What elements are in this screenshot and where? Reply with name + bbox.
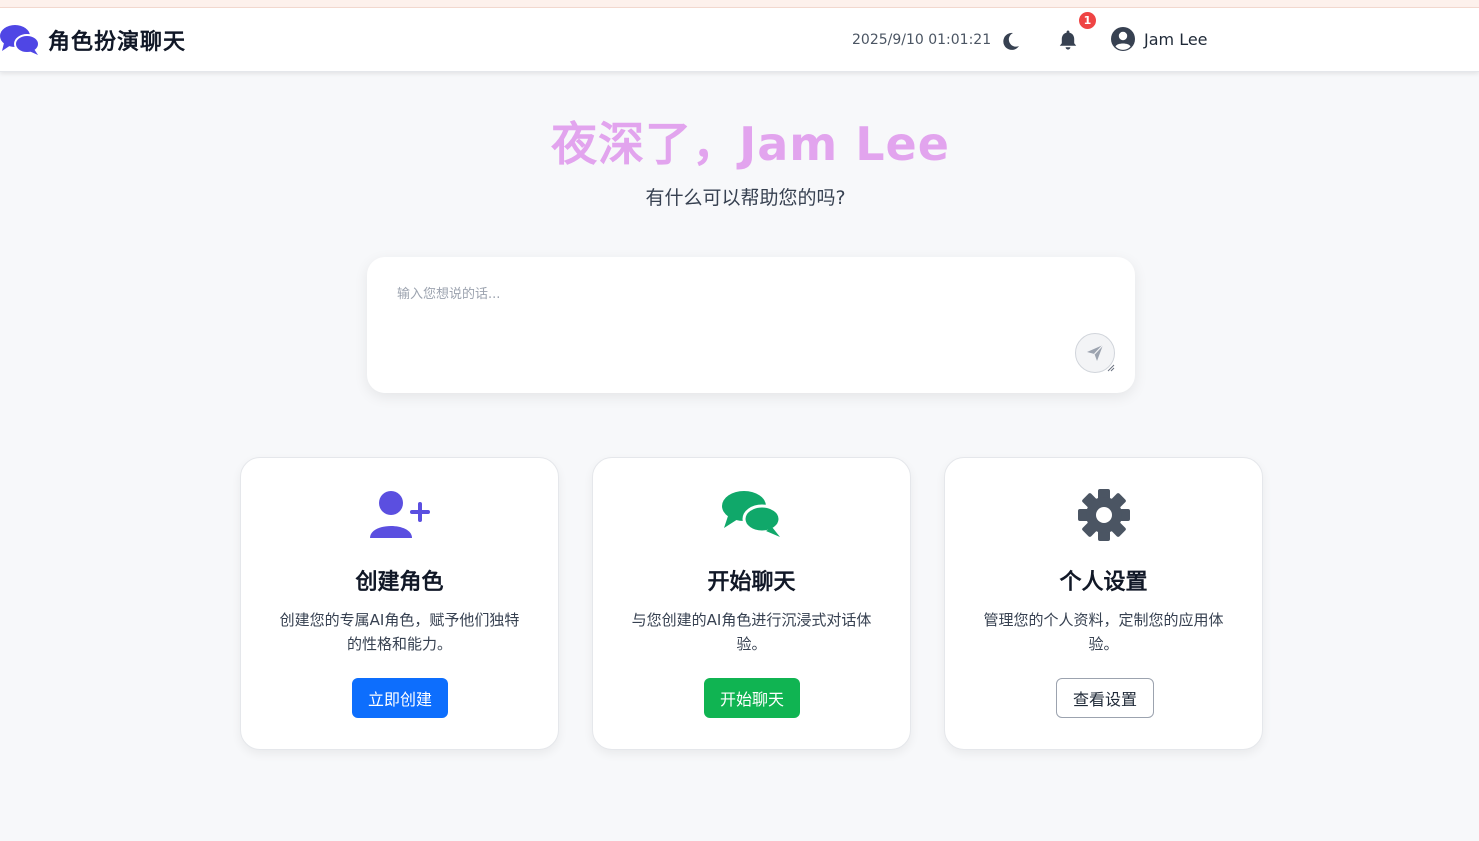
app-title: 角色扮演聊天 — [48, 30, 187, 55]
user-menu[interactable]: Jam Lee — [1111, 27, 1208, 51]
card-create-character: 创建角色 创建您的专属AI角色，赋予他们独特的性格和能力。 立即创建 — [240, 457, 559, 750]
card-description: 创建您的专属AI角色，赋予他们独特的性格和能力。 — [279, 611, 520, 653]
user-circle-icon — [1111, 27, 1135, 51]
user-name: Jam Lee — [1144, 29, 1208, 49]
card-description: 与您创建的AI角色进行沉浸式对话体验。 — [631, 611, 872, 653]
top-strip — [0, 0, 1479, 8]
card-description: 管理您的个人资料，定制您的应用体验。 — [983, 611, 1224, 653]
greeting-subtitle: 有什么可以帮助您的吗? — [645, 187, 846, 209]
resize-handle-icon[interactable] — [1105, 362, 1115, 372]
brand[interactable]: 角色扮演聊天 — [0, 24, 186, 56]
card-start-chat: 开始聊天 与您创建的AI角色进行沉浸式对话体验。 开始聊天 — [592, 457, 911, 750]
navbar: 角色扮演聊天 2025/9/10 01:01:21 1 Jam Lee — [0, 8, 1479, 72]
notification-badge: 1 — [1077, 10, 1098, 31]
moon-icon — [1003, 32, 1019, 50]
view-settings-button[interactable]: 查看设置 — [1056, 678, 1155, 718]
start-chat-button[interactable]: 开始聊天 — [704, 678, 801, 718]
user-plus-icon — [369, 491, 430, 538]
card-title: 个人设置 — [1059, 570, 1148, 595]
bell-icon — [1059, 30, 1077, 50]
card-title: 创建角色 — [355, 570, 444, 595]
notifications-button[interactable] — [1056, 28, 1080, 52]
card-personal-settings: 个人设置 管理您的个人资料，定制您的应用体验。 查看设置 — [944, 457, 1263, 750]
chat-box — [367, 257, 1135, 393]
greeting-heading: 夜深了，Jam Lee — [551, 117, 950, 171]
comments-icon — [721, 491, 781, 537]
create-now-button[interactable]: 立即创建 — [352, 678, 449, 718]
card-title: 开始聊天 — [707, 570, 796, 595]
theme-toggle-button[interactable] — [1000, 30, 1022, 52]
gear-icon — [1077, 489, 1130, 541]
paper-plane-icon — [1087, 344, 1104, 361]
comments-icon — [0, 25, 40, 55]
message-input[interactable] — [397, 283, 1077, 363]
datetime-display: 2025/9/10 01:01:21 — [852, 32, 992, 48]
